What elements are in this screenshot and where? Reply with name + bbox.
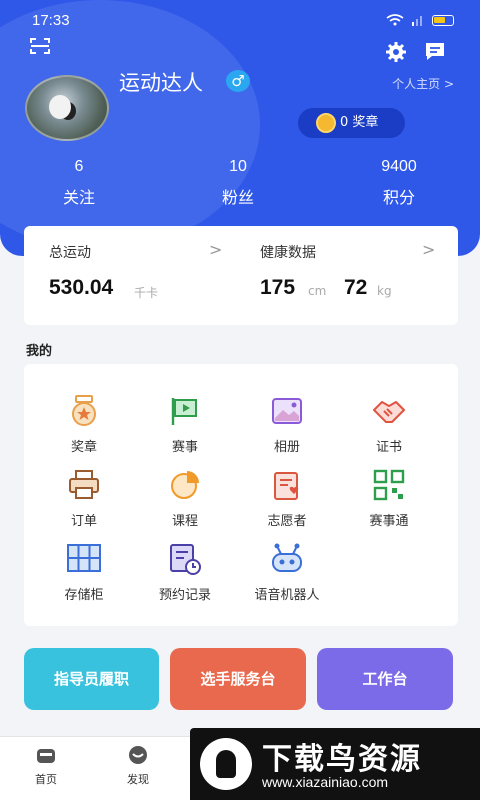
male-gender-icon: ♂: [226, 70, 250, 92]
album-icon: [272, 398, 302, 424]
wifi-icon: [386, 14, 404, 26]
home-icon: [37, 749, 55, 763]
printer-icon: [69, 470, 99, 499]
status-time: 17:33: [32, 12, 70, 29]
stat-value: 9400: [381, 158, 417, 175]
medal-icon: [316, 113, 336, 133]
watermark-banner: 下载鸟资源 www.xiazainiao.com: [190, 728, 480, 800]
discover-icon: [129, 746, 147, 764]
action-label: 选手服务台: [200, 670, 276, 688]
feature-orders[interactable]: 订单: [29, 468, 139, 529]
action-label: 工作台: [362, 670, 408, 688]
battery-icon: [432, 14, 454, 26]
feature-label: 志愿者: [267, 514, 307, 529]
feature-event-pass[interactable]: 赛事通: [334, 468, 444, 529]
feature-album[interactable]: 相册: [232, 394, 342, 455]
tab-home[interactable]: 首页: [21, 745, 71, 787]
my-section-title: 我的: [26, 344, 53, 359]
tab-discover[interactable]: 发现: [113, 745, 163, 787]
chevron-right-icon: >: [422, 240, 436, 259]
feature-voice-robot[interactable]: 语音机器人: [232, 542, 342, 603]
height-unit: cm: [308, 284, 327, 298]
weight-unit: kg: [377, 284, 392, 298]
workbench-button[interactable]: 工作台: [317, 648, 453, 710]
flag-icon: [171, 398, 197, 425]
exercise-unit: 千卡: [134, 286, 159, 300]
status-bar: 17:33: [0, 0, 480, 40]
tab-label: 首页: [35, 773, 57, 786]
feature-label: 奖章: [70, 440, 97, 455]
feature-events[interactable]: 赛事: [130, 394, 240, 455]
feature-courses[interactable]: 课程: [130, 468, 240, 529]
height-value: 175: [260, 276, 296, 299]
watermark-url: www.xiazainiao.com: [262, 774, 389, 790]
feature-label: 赛事: [171, 440, 198, 455]
qrcode-icon: [373, 469, 405, 501]
feature-label: 证书: [375, 440, 402, 455]
locker-icon: [67, 544, 101, 572]
exercise-value: 530.04: [49, 276, 114, 299]
stat-value: 10: [229, 158, 247, 175]
feature-appointments[interactable]: 预约记录: [130, 542, 240, 603]
tab-label: 发现: [127, 773, 149, 786]
stat-fans[interactable]: 10 粉丝: [193, 158, 283, 208]
stat-label: 关注: [62, 188, 95, 207]
appointment-icon: [170, 544, 201, 575]
feature-locker[interactable]: 存储柜: [29, 542, 139, 603]
my-features-grid: 奖章 赛事 相册 证书 订单 课程 志愿者 赛事通 存储柜 预约记录 语音机器人: [24, 364, 458, 626]
robot-icon: [272, 543, 302, 572]
profile-header: 17:33 运动达人 ♂ 个人主页 > 0 奖章 6 关注 10 粉丝 9400…: [0, 0, 480, 256]
weight-value: 72: [344, 276, 368, 299]
instructor-duty-button[interactable]: 指导员履职: [24, 648, 159, 710]
chevron-right-icon: >: [209, 240, 223, 259]
action-label: 指导员履职: [53, 670, 129, 688]
stat-following[interactable]: 6 关注: [34, 158, 124, 208]
watermark-title: 下载鸟资源: [262, 742, 422, 777]
feature-certificate[interactable]: 证书: [334, 394, 444, 455]
status-icons: [386, 14, 454, 26]
signal-icon: [412, 16, 422, 26]
medal-icon: [72, 395, 96, 426]
stat-points[interactable]: 9400 积分: [354, 158, 444, 208]
exercise-title: 总运动: [49, 245, 91, 261]
clipboard-heart-icon: [274, 472, 299, 500]
feature-label: 订单: [70, 514, 97, 529]
data-summary-card: 总运动 > 530.04 千卡 健康数据 > 175 cm 72 kg: [24, 226, 458, 325]
health-title: 健康数据: [260, 245, 316, 261]
badge-count-button[interactable]: 0 奖章: [298, 108, 405, 138]
feature-label: 预约记录: [158, 588, 211, 603]
stat-value: 6: [74, 158, 84, 175]
feature-label: 存储柜: [64, 588, 104, 603]
feature-label: 课程: [171, 514, 198, 529]
feature-medal[interactable]: 奖章: [29, 394, 139, 455]
profile-link[interactable]: 个人主页 >: [392, 75, 454, 92]
message-icon[interactable]: [424, 42, 446, 62]
gear-icon[interactable]: [386, 42, 406, 62]
feature-label: 赛事通: [369, 514, 409, 529]
badge-count-label: 0 奖章: [340, 115, 379, 130]
feature-label: 相册: [273, 440, 300, 455]
feature-label: 语音机器人: [254, 588, 320, 603]
handshake-icon: [373, 401, 405, 423]
avatar[interactable]: [25, 75, 109, 141]
pie-chart-icon: [171, 471, 199, 499]
athlete-service-button[interactable]: 选手服务台: [170, 648, 306, 710]
username: 运动达人: [119, 71, 203, 95]
watermark-bird-logo: [200, 738, 252, 790]
scan-icon[interactable]: [30, 38, 50, 54]
stat-label: 粉丝: [221, 188, 254, 207]
feature-volunteer[interactable]: 志愿者: [232, 468, 342, 529]
stat-label: 积分: [382, 188, 415, 207]
